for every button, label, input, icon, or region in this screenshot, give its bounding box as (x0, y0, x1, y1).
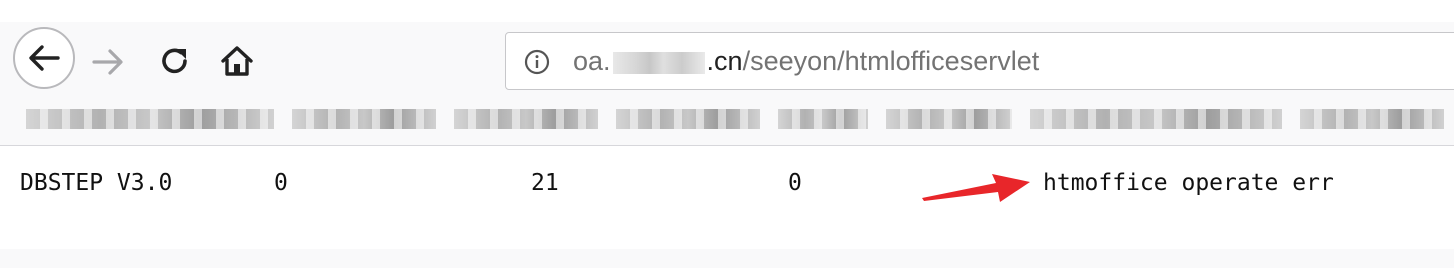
response-field-2: 21 (531, 170, 559, 196)
response-error-message: htmoffice operate err (1043, 170, 1334, 196)
redacted-domain (612, 51, 705, 74)
forward-button[interactable] (88, 42, 128, 82)
bookmark-item-redacted[interactable] (886, 109, 1012, 129)
page-content: DBSTEP V3.0 0 21 0 htmoffice operate err (0, 146, 1454, 249)
arrow-left-icon (29, 45, 60, 71)
back-button[interactable] (13, 27, 75, 89)
response-field-1: 0 (274, 170, 288, 196)
bookmark-item-redacted[interactable] (292, 109, 436, 129)
home-icon (221, 46, 253, 76)
bookmark-item-redacted[interactable] (1300, 109, 1444, 129)
response-field-3: 0 (788, 170, 802, 196)
bookmark-item-redacted[interactable] (454, 109, 598, 129)
url-host-prefix: oa. (573, 46, 611, 76)
bookmarks-toolbar (0, 96, 1454, 142)
reload-icon (162, 48, 187, 74)
bookmark-item-redacted[interactable] (616, 109, 760, 129)
url-path: /seeyon/htmlofficeservlet (742, 46, 1040, 76)
home-button[interactable] (214, 40, 260, 82)
address-bar[interactable]: oa. .cn/seeyon/htmlofficeservlet (505, 32, 1454, 90)
url-tld: .cn (706, 46, 743, 76)
bookmark-item-redacted[interactable] (778, 109, 868, 129)
url-text[interactable]: oa. .cn/seeyon/htmlofficeservlet (573, 43, 1039, 79)
info-icon[interactable] (524, 49, 550, 75)
bookmark-item-redacted[interactable] (1030, 109, 1282, 129)
browser-toolbar: oa. .cn/seeyon/htmlofficeservlet (0, 0, 1454, 146)
bookmark-item-redacted[interactable] (26, 109, 274, 129)
response-field-version: DBSTEP V3.0 (20, 170, 173, 196)
tab-strip (0, 0, 1454, 22)
reload-button[interactable] (154, 40, 196, 82)
annotation-arrow-icon (922, 174, 1030, 202)
arrow-right-icon (92, 49, 123, 75)
